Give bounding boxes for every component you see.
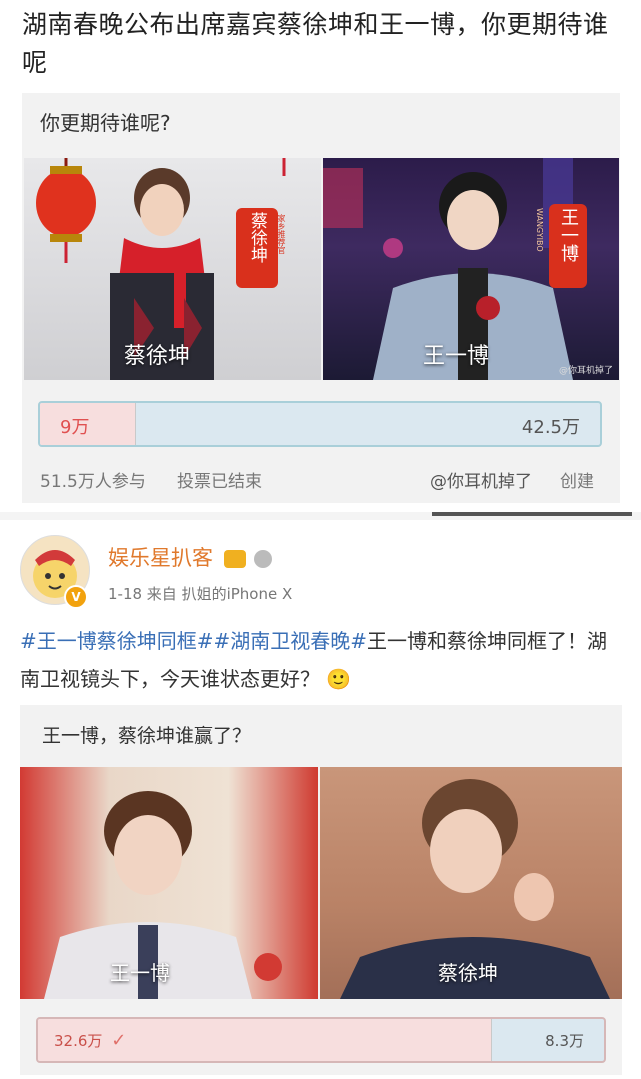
hashtag-link[interactable]: #王一博蔡徐坤同框# <box>20 629 214 653</box>
name-badge-left: 蔡徐坤 <box>236 208 278 288</box>
option-caption-right: 蔡徐坤 <box>438 961 498 985</box>
post-username[interactable]: 娱乐星扒客 <box>108 542 273 572</box>
vote-result-bar: 32.6万 ✓ 8.3万 <box>36 1017 606 1063</box>
option-caption-left: 蔡徐坤 <box>124 344 191 369</box>
name-badge-right: 王一博 <box>549 204 587 288</box>
vote-count-left: 9万 <box>60 417 90 438</box>
checkmark-icon: ✓ <box>111 1030 127 1051</box>
post-meta: 1-18 来自 扒姐的iPhone X <box>108 585 293 603</box>
participant-count: 51.5万人参与 <box>40 472 146 492</box>
badge-name: 蔡徐坤 <box>247 212 267 263</box>
level-badge-icon <box>254 550 273 568</box>
hashtag-link[interactable]: #湖南卫视春晚# <box>214 629 368 653</box>
vote-count-left: 32.6万 ✓ <box>54 1030 126 1051</box>
vote-count-right: 42.5万 <box>521 417 580 438</box>
post-headline: 湖南春晚公布出席嘉宾蔡徐坤和王一博，你更期待谁呢 <box>22 10 609 77</box>
poll-question: 你更期待谁呢? <box>40 111 171 135</box>
badge-sub-right: WANGYIBO <box>535 208 544 252</box>
smile-emoji-icon: 🙂 <box>326 667 352 691</box>
poll-option-image-right[interactable]: 蔡徐坤 <box>320 767 622 999</box>
badge-sub-left: 家乡推荐官 <box>277 214 286 254</box>
crown-icon <box>223 550 246 568</box>
poll-question: 王一博，蔡徐坤谁赢了？ <box>42 725 252 747</box>
poll-option-image-left[interactable]: 蔡徐坤 家乡推荐官 蔡徐坤 <box>24 158 321 380</box>
post-body: #王一博蔡徐坤同框##湖南卫视春晚#王一博和蔡徐坤同框了！湖南卫视镜头下，今天谁… <box>20 622 620 698</box>
poll-option-image-left[interactable]: 王一博 <box>20 767 318 999</box>
username-text: 娱乐星扒客 <box>108 546 213 570</box>
poll-card-2: 王一博，蔡徐坤谁赢了？ 王一博 蔡徐坤 32.6万 ✓ 8.3万 <box>20 705 622 1075</box>
poll-status: 投票已结束 <box>177 472 262 492</box>
poll-card-1: 你更期待谁呢? 蔡徐坤 家乡推荐官 蔡徐坤 王一博 WANGYIBO 王一博 @… <box>22 93 620 503</box>
verified-badge-icon: V <box>64 585 88 609</box>
image-watermark: @你耳机掉了 <box>558 366 613 376</box>
option-caption-right: 王一博 <box>423 344 490 369</box>
section-divider <box>0 512 641 520</box>
poll-create-label: 创建 <box>560 472 594 492</box>
poll-creator-link[interactable]: @你耳机掉了 <box>430 467 532 492</box>
badge-name: 王一博 <box>558 208 579 262</box>
vote-result-bar: 9万 42.5万 <box>38 401 602 447</box>
option-caption-left: 王一博 <box>110 961 170 985</box>
vote-count-right: 8.3万 <box>545 1032 584 1050</box>
poll-option-image-right[interactable]: 王一博 WANGYIBO 王一博 @你耳机掉了 <box>323 158 619 380</box>
vote-count-left-value: 32.6万 <box>54 1032 103 1050</box>
